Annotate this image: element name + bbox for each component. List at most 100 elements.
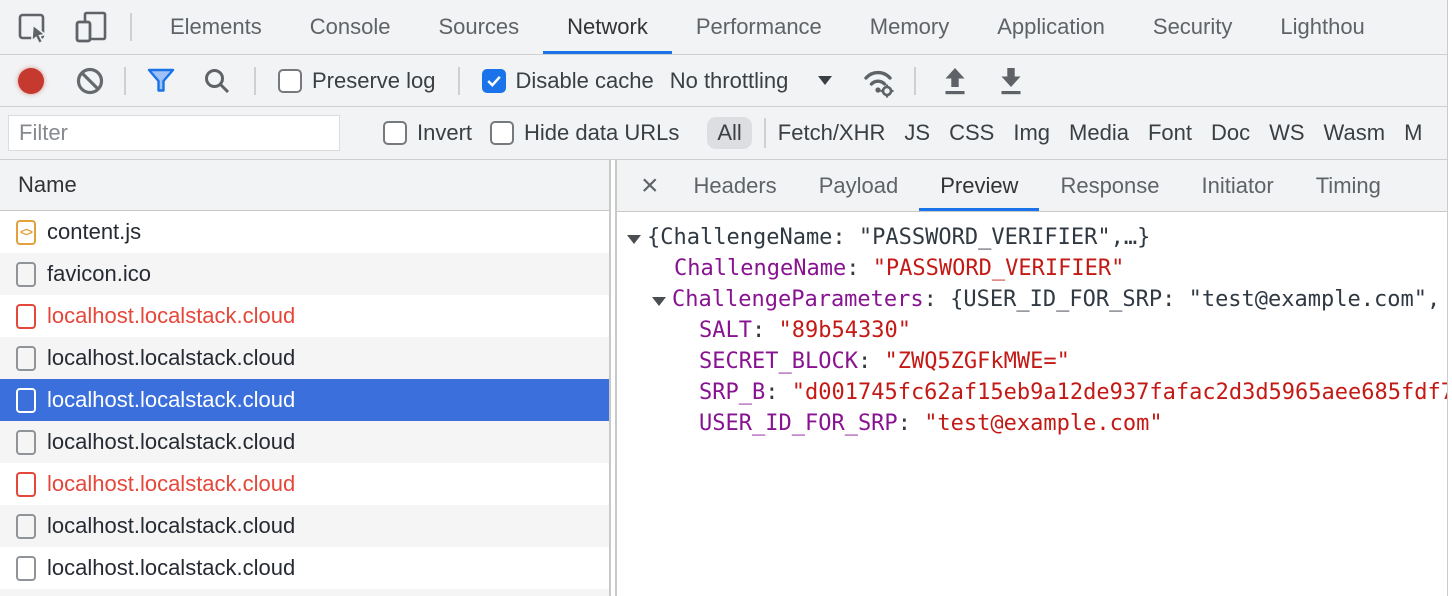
tab-console[interactable]: Console — [286, 0, 415, 54]
devtools-window: ElementsConsoleSourcesNetworkPerformance… — [0, 0, 1452, 596]
toolbar-separator — [124, 67, 126, 95]
table-row[interactable]: localhost.localstack.cloud — [0, 379, 609, 421]
json-key: SRP_B — [699, 380, 765, 405]
disable-cache-label: Disable cache — [516, 68, 654, 94]
network-conditions-icon[interactable] — [860, 63, 898, 99]
table-row[interactable]: localhost.localstack.cloud — [0, 421, 609, 463]
export-har-download-icon[interactable] — [996, 65, 1026, 97]
inspect-element-icon[interactable] — [14, 9, 50, 45]
table-row[interactable]: localhost.localstack.cloud — [0, 463, 609, 505]
request-name: localhost.localstack.cloud — [47, 429, 295, 455]
filter-type-font[interactable]: Font — [1148, 120, 1192, 146]
request-name: localhost.localstack.cloud — [47, 471, 295, 497]
detail-tab-initiator[interactable]: Initiator — [1181, 160, 1295, 211]
preview-tree-line: SALT: "89b54330" — [617, 315, 1452, 346]
request-name: localhost.localstack.cloud — [47, 303, 295, 329]
detail-tab-timing[interactable]: Timing — [1295, 160, 1402, 211]
preview-tree-line: ChallengeName: "PASSWORD_VERIFIER" — [617, 253, 1452, 284]
expander-triangle-icon[interactable] — [627, 222, 647, 253]
tab-network[interactable]: Network — [543, 0, 672, 54]
detail-tab-payload[interactable]: Payload — [798, 160, 920, 211]
detail-tab-headers[interactable]: Headers — [673, 160, 798, 211]
request-name: localhost.localstack.cloud — [47, 513, 295, 539]
filter-type-fetch-xhr[interactable]: Fetch/XHR — [778, 120, 886, 146]
script-file-icon: <> — [16, 220, 36, 245]
throttling-dropdown[interactable]: No throttling — [670, 68, 789, 94]
filter-funnel-icon[interactable] — [146, 67, 176, 95]
request-name: localhost.localstack.cloud — [47, 387, 295, 413]
preserve-log-checkbox[interactable] — [278, 69, 302, 93]
toolbar-separator — [254, 67, 256, 95]
filter-type-ws[interactable]: WS — [1269, 120, 1304, 146]
json-plain: : — [898, 411, 925, 436]
tab-lighthou[interactable]: Lighthou — [1256, 0, 1388, 54]
filter-type-doc[interactable]: Doc — [1211, 120, 1250, 146]
filter-type-css[interactable]: CSS — [949, 120, 994, 146]
toolbar-separator — [458, 67, 460, 95]
expander-triangle-icon[interactable] — [652, 284, 672, 315]
hide-data-urls-checkbox[interactable] — [490, 121, 514, 145]
json-key: ChallengeName — [674, 256, 846, 281]
import-har-upload-icon[interactable] — [940, 65, 970, 97]
clear-network-log-icon[interactable] — [74, 65, 106, 97]
filter-type-media[interactable]: Media — [1069, 120, 1129, 146]
document-file-icon — [16, 262, 36, 287]
preview-tree-line: SECRET_BLOCK: "ZWQ5ZGFkMWE=" — [617, 346, 1452, 377]
detail-tab-response[interactable]: Response — [1039, 160, 1180, 211]
tab-security[interactable]: Security — [1129, 0, 1256, 54]
search-icon[interactable] — [202, 66, 232, 96]
filter-type-all[interactable]: All — [707, 117, 751, 149]
request-type-list: Fetch/XHR JS CSS Img Media Font Doc WS Wasm M — [778, 120, 1423, 146]
document-file-icon — [16, 556, 36, 581]
tab-sources[interactable]: Sources — [414, 0, 543, 54]
json-plain: : — [752, 318, 779, 343]
request-list-panel: Name <> content.js favicon.ico localhost.lo… — [0, 160, 611, 596]
json-string: "d001745fc62af15eb9a12de937fafac2d3d5965… — [792, 380, 1452, 405]
table-row-partial[interactable] — [0, 589, 609, 596]
network-filter-bar: Invert Hide data URLs All Fetch/XHRJSCSS… — [0, 107, 1452, 160]
filter-type-js[interactable]: JS — [904, 120, 930, 146]
request-name: localhost.localstack.cloud — [47, 345, 295, 371]
json-key: SALT — [699, 318, 752, 343]
tab-application[interactable]: Application — [973, 0, 1129, 54]
tab-performance[interactable]: Performance — [672, 0, 846, 54]
json-plain: : — [765, 380, 792, 405]
filter-type-wasm[interactable]: Wasm — [1324, 120, 1386, 146]
network-main-area: Name <> content.js favicon.ico localhost.lo… — [0, 160, 1452, 596]
tab-elements[interactable]: Elements — [146, 0, 286, 54]
right-scrollbar-track[interactable] — [1447, 0, 1452, 596]
close-icon[interactable]: × — [627, 160, 673, 211]
table-row[interactable]: localhost.localstack.cloud — [0, 547, 609, 589]
table-row[interactable]: localhost.localstack.cloud — [0, 337, 609, 379]
document-file-icon — [16, 472, 36, 497]
throttling-caret-icon[interactable] — [818, 76, 832, 85]
tab-memory[interactable]: Memory — [846, 0, 973, 54]
json-plain: : {USER_ID_FOR_SRP: "test@example.com", — [924, 287, 1441, 312]
network-toolbar: Preserve log Disable cache No throttling — [0, 55, 1452, 107]
disable-cache-checkbox[interactable] — [482, 69, 506, 93]
filter-input[interactable] — [8, 115, 340, 151]
json-plain: : — [858, 349, 885, 374]
json-key: ChallengeParameters — [672, 287, 924, 312]
request-type-all-container: All — [707, 117, 751, 149]
tabbar-left-icons — [0, 0, 132, 54]
invert-checkbox[interactable] — [383, 121, 407, 145]
device-toolbar-icon[interactable] — [72, 9, 110, 45]
toolbar-separator — [914, 67, 916, 95]
json-plain: : — [846, 256, 873, 281]
filter-type-m[interactable]: M — [1404, 120, 1422, 146]
json-plain: {ChallengeName: "PASSWORD_VERIFIER",…} — [647, 225, 1150, 250]
request-name: content.js — [47, 219, 141, 245]
preview-tree-line: USER_ID_FOR_SRP: "test@example.com" — [617, 408, 1452, 439]
filter-type-img[interactable]: Img — [1013, 120, 1050, 146]
table-row[interactable]: localhost.localstack.cloud — [0, 505, 609, 547]
name-column-header[interactable]: Name — [0, 160, 609, 211]
document-file-icon — [16, 304, 36, 329]
preview-tree-line: ChallengeParameters: {USER_ID_FOR_SRP: "… — [617, 284, 1452, 315]
table-row[interactable]: localhost.localstack.cloud — [0, 295, 609, 337]
record-network-log-button[interactable] — [18, 68, 44, 94]
table-row[interactable]: favicon.ico — [0, 253, 609, 295]
detail-tab-preview[interactable]: Preview — [919, 160, 1039, 211]
document-file-icon — [16, 388, 36, 413]
table-row[interactable]: <> content.js — [0, 211, 609, 253]
